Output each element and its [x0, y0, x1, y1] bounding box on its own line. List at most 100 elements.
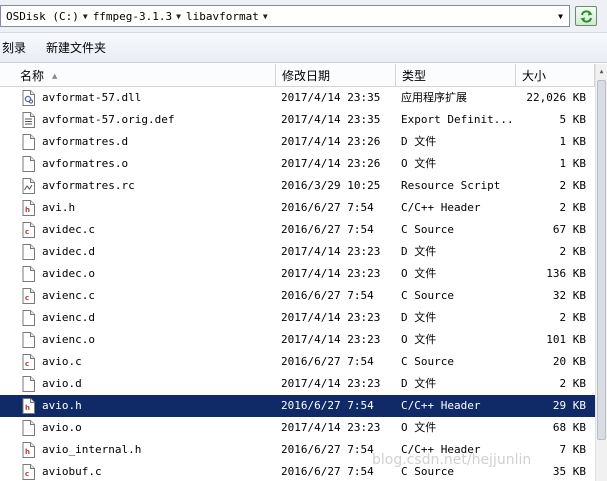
- file-row[interactable]: avienc.d 2017/4/14 23:23 D 文件 2 KB: [0, 307, 595, 329]
- file-type: 应用程序扩展: [401, 91, 467, 104]
- file-row[interactable]: avio.d 2017/4/14 23:23 D 文件 2 KB: [0, 373, 595, 395]
- file-name[interactable]: avienc.c: [42, 285, 272, 307]
- file-row[interactable]: avio.o 2017/4/14 23:23 O 文件 68 KB: [0, 417, 595, 439]
- svg-text:c: c: [25, 360, 29, 368]
- file-row[interactable]: avformatres.rc 2016/3/29 10:25 Resource Sc…: [0, 175, 595, 197]
- file-modified-date: 2017/4/14 23:23: [281, 333, 381, 346]
- file-type: C Source: [401, 355, 454, 368]
- file-size: 2 KB: [559, 377, 587, 390]
- column-header-type-label: 类型: [402, 69, 427, 83]
- burn-button[interactable]: 刻录: [0, 39, 34, 56]
- file-row[interactable]: avformat-57.orig.def 2017/4/14 23:35 Expor…: [0, 109, 595, 131]
- file-name[interactable]: avi.h: [42, 197, 272, 219]
- file-name[interactable]: avienc.o: [42, 329, 272, 351]
- c-source-file-icon: c: [22, 288, 35, 304]
- refresh-button[interactable]: [575, 6, 597, 26]
- blank-file-icon: [22, 376, 35, 392]
- file-name[interactable]: avformatres.o: [42, 153, 272, 175]
- file-type: C Source: [401, 465, 454, 478]
- scrollbar-thumb[interactable]: [597, 80, 606, 440]
- breadcrumb-arrow-icon[interactable]: ▼: [263, 12, 268, 21]
- file-type: D 文件: [401, 311, 437, 324]
- rc-file-icon: [22, 178, 35, 194]
- svg-text:c: c: [25, 294, 29, 302]
- file-row[interactable]: avienc.o 2017/4/14 23:23 O 文件 101 KB: [0, 329, 595, 351]
- file-modified-date: 2016/6/27 7:54: [281, 399, 374, 412]
- file-size: 2 KB: [559, 311, 587, 324]
- column-header-type[interactable]: 类型: [396, 64, 516, 87]
- file-type: Export Definit...: [401, 113, 513, 126]
- file-name[interactable]: avio.c: [42, 351, 272, 373]
- header-file-icon: h: [22, 442, 35, 458]
- file-name[interactable]: avformatres.d: [42, 131, 272, 153]
- column-header-row: 名称 ▲ 修改日期 类型 大小: [0, 64, 607, 87]
- file-row[interactable]: avidec.d 2017/4/14 23:23 D 文件 2 KB: [0, 241, 595, 263]
- column-header-size[interactable]: 大小: [516, 64, 595, 87]
- file-name[interactable]: avformat-57.dll: [42, 87, 272, 109]
- file-name[interactable]: avidec.o: [42, 263, 272, 285]
- file-size: 7 KB: [559, 443, 587, 456]
- file-row[interactable]: avidec.o 2017/4/14 23:23 O 文件 136 KB: [0, 263, 595, 285]
- c-source-file-icon: c: [22, 354, 35, 370]
- column-header-name-label: 名称: [20, 69, 45, 83]
- file-row[interactable]: avformatres.d 2017/4/14 23:26 D 文件 1 KB: [0, 131, 595, 153]
- file-name[interactable]: avio.o: [42, 417, 272, 439]
- file-row[interactable]: c avienc.c 2016/6/27 7:54 C Source 32 KB: [0, 285, 595, 307]
- file-name[interactable]: avidec.c: [42, 219, 272, 241]
- file-modified-date: 2017/4/14 23:23: [281, 245, 381, 258]
- file-type: C Source: [401, 223, 454, 236]
- file-modified-date: 2016/6/27 7:54: [281, 443, 374, 456]
- address-bar[interactable]: OSDisk (C:) ▼ ffmpeg-3.1.3 ▼ libavformat…: [0, 5, 570, 27]
- blank-file-icon: [22, 266, 35, 282]
- file-name[interactable]: avformatres.rc: [42, 175, 272, 197]
- breadcrumb-libavformat[interactable]: libavformat: [186, 10, 259, 23]
- file-row[interactable]: avformatres.o 2017/4/14 23:26 O 文件 1 KB: [0, 153, 595, 175]
- file-modified-date: 2017/4/14 23:26: [281, 157, 381, 170]
- file-row[interactable]: h avio_internal.h 2016/6/27 7:54 C/C++ Head…: [0, 439, 595, 461]
- file-name[interactable]: avidec.d: [42, 241, 272, 263]
- blank-file-icon: [22, 244, 35, 260]
- file-size: 136 KB: [546, 267, 586, 280]
- file-name[interactable]: avformat-57.orig.def: [42, 109, 272, 131]
- file-type: D 文件: [401, 245, 437, 258]
- column-header-size-label: 大小: [522, 69, 547, 83]
- breadcrumb-arrow-icon[interactable]: ▼: [176, 12, 181, 21]
- file-modified-date: 2017/4/14 23:23: [281, 377, 381, 390]
- svg-text:h: h: [25, 448, 30, 456]
- file-name[interactable]: avio.d: [42, 373, 272, 395]
- file-row[interactable]: c avidec.c 2016/6/27 7:54 C Source 67 KB: [0, 219, 595, 241]
- file-name[interactable]: aviobuf.c: [42, 461, 272, 481]
- file-row[interactable]: h avi.h 2016/6/27 7:54 C/C++ Header 2 KB: [0, 197, 595, 219]
- file-name[interactable]: avienc.d: [42, 307, 272, 329]
- header-file-icon: h: [22, 200, 35, 216]
- refresh-icon: [580, 10, 593, 23]
- breadcrumb-osdisk[interactable]: OSDisk (C:): [6, 10, 79, 23]
- blank-file-icon: [22, 332, 35, 348]
- file-modified-date: 2017/4/14 23:26: [281, 135, 381, 148]
- file-name[interactable]: avio_internal.h: [42, 439, 272, 461]
- file-size: 1 KB: [559, 157, 587, 170]
- file-modified-date: 2016/6/27 7:54: [281, 355, 374, 368]
- breadcrumb-ffmpeg[interactable]: ffmpeg-3.1.3: [93, 10, 172, 23]
- file-row[interactable]: c avio.c 2016/6/27 7:54 C Source 20 KB: [0, 351, 595, 373]
- address-bar-area: OSDisk (C:) ▼ ffmpeg-3.1.3 ▼ libavformat…: [0, 0, 607, 33]
- address-history-dropdown-icon[interactable]: ▼: [551, 6, 569, 26]
- svg-text:h: h: [25, 206, 30, 214]
- vertical-scrollbar[interactable]: ▲: [595, 64, 607, 481]
- file-modified-date: 2017/4/14 23:23: [281, 267, 381, 280]
- c-source-file-icon: c: [22, 464, 35, 480]
- file-row[interactable]: h avio.h 2016/6/27 7:54 C/C++ Header 29 KB: [0, 395, 595, 417]
- file-row[interactable]: c aviobuf.c 2016/6/27 7:54 C Source 35 KB: [0, 461, 595, 481]
- file-name[interactable]: avio.h: [42, 395, 272, 417]
- file-modified-date: 2017/4/14 23:35: [281, 91, 381, 104]
- file-modified-date: 2017/4/14 23:23: [281, 421, 381, 434]
- file-size: 1 KB: [559, 135, 587, 148]
- header-file-icon: h: [22, 398, 35, 414]
- new-folder-button[interactable]: 新建文件夹: [34, 39, 114, 56]
- column-header-date[interactable]: 修改日期: [276, 64, 396, 87]
- breadcrumb-arrow-icon[interactable]: ▼: [83, 12, 88, 21]
- scroll-up-icon[interactable]: ▲: [596, 64, 607, 78]
- column-header-name[interactable]: 名称 ▲: [0, 64, 276, 87]
- file-row[interactable]: avformat-57.dll 2017/4/14 23:35 应用程序扩展 22,0…: [0, 87, 595, 109]
- file-type: C Source: [401, 289, 454, 302]
